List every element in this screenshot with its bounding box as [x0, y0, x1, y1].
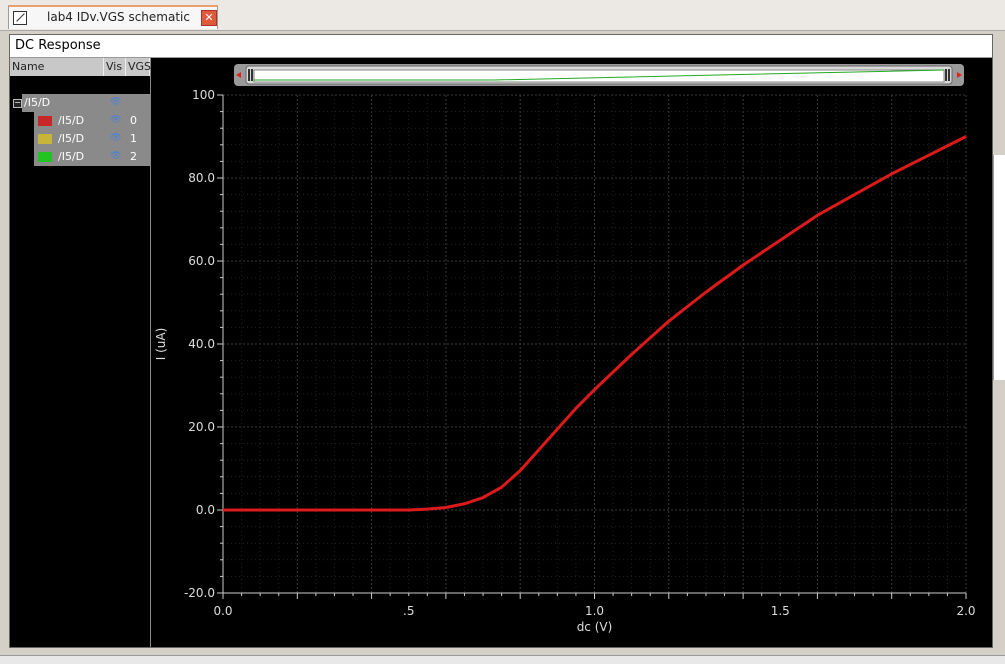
schematic-icon [13, 11, 27, 25]
column-header-name[interactable]: Name [10, 58, 104, 76]
chart-axes [217, 94, 967, 599]
chart-series [222, 135, 967, 512]
data-point [705, 291, 707, 293]
trace-label: /I5/D [58, 150, 85, 163]
data-point [594, 389, 595, 391]
collapse-icon[interactable]: − [13, 99, 22, 108]
plot-area[interactable]: 0.0 .5 1.0 1.5 2.0 -20.0 0.0 20.0 40.0 60.0 80.0 10… [151, 58, 992, 647]
data-point [556, 428, 558, 430]
data-point [928, 154, 930, 156]
trace-label: /I5/D [58, 132, 85, 145]
data-point [482, 497, 484, 499]
trace-color-swatch [38, 152, 52, 162]
scroll-right-handle [945, 69, 947, 81]
series-line [223, 135, 967, 512]
chart-grid [222, 94, 967, 594]
data-point [222, 509, 224, 511]
visibility-eye-icon[interactable]: 👁 [110, 97, 121, 107]
trace-vgs-value: 0 [130, 114, 137, 127]
tab-bar: lab4 IDv.VGS schematic ✕ [0, 0, 1005, 31]
dc-response-window: DC Response Name Vis VGS − /I5/D 👁 /I5/D… [9, 34, 993, 648]
data-point [501, 486, 503, 488]
right-edge-panel [993, 155, 1005, 380]
dc-response-chart[interactable]: 0.0 .5 1.0 1.5 2.0 -20.0 0.0 20.0 40.0 60.0 80.0 10… [151, 58, 992, 647]
data-point [742, 264, 744, 266]
trace-group-row[interactable]: /I5/D 👁 [22, 94, 150, 112]
trace-group-label: /I5/D [24, 96, 51, 109]
x-axis-label: dc (V) [577, 620, 613, 634]
column-header-vis[interactable]: Vis [104, 58, 126, 76]
trace-vgs-value: 2 [130, 150, 137, 163]
y-tick-label: 100 [192, 88, 215, 102]
data-point [575, 407, 577, 409]
data-point [445, 507, 447, 509]
window-title: DC Response [15, 38, 101, 53]
y-tick-label: 0.0 [196, 503, 215, 517]
trace-label: /I5/D [58, 114, 85, 127]
visibility-eye-icon[interactable]: 👁 [110, 151, 121, 161]
x-tick-label: .5 [403, 604, 414, 618]
data-point [891, 173, 893, 175]
visibility-eye-icon[interactable]: 👁 [110, 133, 121, 143]
data-point [408, 509, 410, 511]
data-point [519, 470, 521, 472]
column-header-vgs[interactable]: VGS [126, 58, 151, 76]
trace-color-swatch [38, 116, 52, 126]
x-tick-label: 2.0 [956, 604, 975, 618]
y-axis-label: I (uA) [154, 328, 168, 361]
x-tick-label: 0.0 [213, 604, 232, 618]
y-tick-label: -20.0 [184, 586, 215, 600]
y-tick-label: 40.0 [188, 337, 215, 351]
x-tick-label: 1.5 [771, 604, 790, 618]
trace-vgs-value: 1 [130, 132, 137, 145]
visibility-eye-icon[interactable]: 👁 [110, 115, 121, 125]
trace-panel: Name Vis VGS − /I5/D 👁 /I5/D 👁 0 /I5/D 👁… [10, 58, 151, 647]
data-point [779, 239, 781, 241]
data-point [965, 136, 967, 137]
trace-row[interactable]: /I5/D 👁 1 [34, 130, 150, 148]
data-point [426, 508, 428, 510]
data-point [854, 194, 856, 196]
y-tick-label: 80.0 [188, 171, 215, 185]
scroll-left-handle [248, 69, 250, 81]
data-point [816, 214, 818, 216]
data-point [631, 353, 633, 355]
data-point [463, 503, 465, 505]
tab-title: lab4 IDv.VGS schematic [47, 10, 190, 24]
data-point [668, 320, 670, 322]
trace-row[interactable]: /I5/D 👁 2 [34, 148, 150, 166]
trace-row[interactable]: /I5/D 👁 0 [34, 112, 150, 130]
data-point [538, 449, 540, 451]
trace-color-swatch [38, 134, 52, 144]
x-tick-label: 1.0 [585, 604, 604, 618]
y-tick-label: 20.0 [188, 420, 215, 434]
close-icon[interactable]: ✕ [201, 10, 217, 26]
chart-ticks: 0.0 .5 1.0 1.5 2.0 -20.0 0.0 20.0 40.0 60.0 80.0 10… [184, 88, 976, 618]
tab-schematic[interactable]: lab4 IDv.VGS schematic ✕ [8, 5, 218, 29]
window-titlebar: DC Response [10, 35, 992, 58]
y-tick-label: 60.0 [188, 254, 215, 268]
zoom-scrollbar[interactable] [234, 64, 964, 86]
